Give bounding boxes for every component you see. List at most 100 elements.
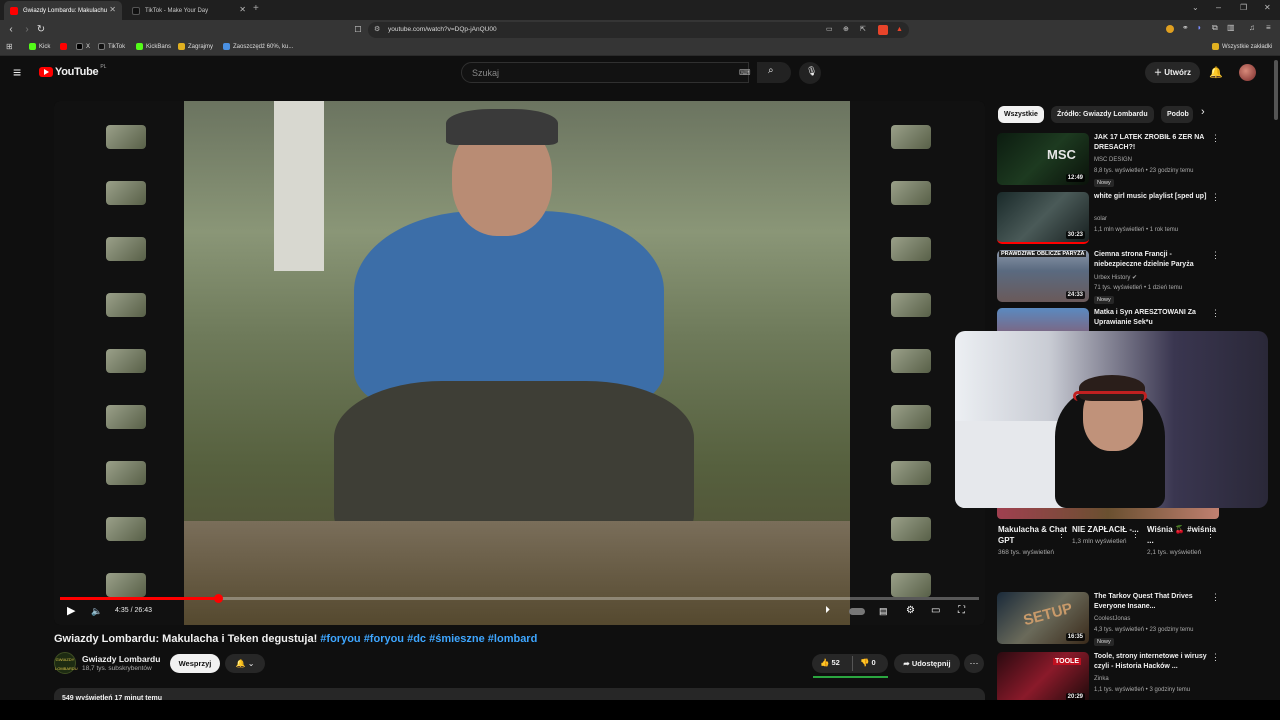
fullscreen-icon[interactable]: ⛶ [958,604,965,618]
more-options-icon[interactable]: ⋮ [1211,308,1220,319]
minimize-icon[interactable]: – [1216,2,1221,12]
recommendation-title[interactable]: The Tarkov Quest That Drives Everyone In… [1094,592,1212,612]
recommendation-title[interactable]: white girl music playlist [sped up] [1094,192,1212,202]
account-avatar[interactable] [1239,64,1256,81]
new-tab-icon[interactable]: + [253,3,259,14]
recommendation-title[interactable]: JAK 17 LATEK ZROBIŁ 6 ZER NA DRESACH?! [1094,133,1212,153]
bookmark-tiktok[interactable]: TikTok [98,43,125,50]
recommendation-channel[interactable]: CoolestJonas [1094,616,1130,622]
search-button[interactable]: ⌕ [757,62,791,83]
recommendation-item[interactable]: MSC 12:49 JAK 17 LATEK ZROBIŁ 6 ZER NA D… [997,133,1227,187]
tab-tiktok[interactable]: TikTok - Make Your Day ✕ [126,1,252,20]
extensions-icon[interactable]: ⧉ [1212,23,1218,33]
forward-icon[interactable]: › [20,23,34,37]
shorts-thumbnails-strip[interactable] [997,508,1219,519]
video-thumbnail[interactable]: SETUP 16:35 [997,592,1089,644]
more-options-icon[interactable]: ⋮ [1206,529,1215,540]
video-thumbnail[interactable]: 30:23 [997,192,1089,244]
volume-icon[interactable]: 🔈 [91,604,102,618]
site-info-icon[interactable]: ⚙ [374,22,380,38]
more-options-icon[interactable]: ⋮ [1211,250,1220,261]
channel-avatar[interactable]: GWIAZDY LOMBARDU [54,652,78,674]
url-field[interactable]: ⚙ youtube.com/watch?v=DQp-jAnQU00 ▭ ⊕ ⇱ … [368,22,909,38]
close-tab-icon[interactable]: ✕ [109,5,116,14]
more-options-icon[interactable]: ⋮ [1211,652,1220,663]
voice-search-button[interactable]: 🎙 [799,62,821,84]
recommendation-item[interactable]: PRAWDZIWE OBLICZE PARYŻA 24:33 Ciemna st… [997,250,1227,304]
bookmark-kick[interactable]: Kick [29,43,50,50]
video-thumbnail[interactable]: MSC 12:49 [997,133,1089,185]
wallet-icon[interactable]: ◗ [1197,23,1202,32]
reload-icon[interactable]: ↻ [34,23,48,37]
recommendation-title[interactable]: Ciemna strona Francji - niebezpieczne dz… [1094,250,1212,270]
play-icon[interactable]: ▶ [67,604,75,618]
recommendation-item[interactable]: SETUP 16:35 The Tarkov Quest That Drives… [997,592,1227,646]
zoom-icon[interactable]: ⊕ [843,22,849,38]
music-icon[interactable]: ♫ [1249,23,1255,32]
video-thumbnail[interactable]: TOOLE 20:29 [997,652,1089,704]
tab-search-icon[interactable]: ⌄ [1192,3,1199,12]
search-input[interactable]: Szukaj ⌨ [461,62,751,83]
bookmark-zagrajmy[interactable]: Zagrajmy [178,43,213,50]
youtube-logo[interactable]: YouTube PL [39,64,106,78]
cast-icon[interactable]: ▭ [826,22,833,38]
back-icon[interactable]: ‹ [4,23,18,37]
brave-shield-icon[interactable] [878,25,888,35]
subtitles-icon[interactable]: ▤ [879,604,888,618]
chip-similar[interactable]: Podob [1161,106,1193,123]
theater-mode-icon[interactable]: ▭ [931,604,940,618]
notifications-bell-icon[interactable]: 🔔 [1209,66,1223,79]
chip-all[interactable]: Wszystkie [998,106,1044,123]
more-options-icon[interactable]: ⋮ [1211,192,1220,203]
bookmark-kickbans[interactable]: KickBans [136,43,171,50]
create-button[interactable]: ＋ Utwórz [1145,62,1200,83]
all-bookmarks[interactable]: Wszystkie zakładki [1212,43,1272,50]
autoplay-toggle[interactable] [849,608,865,615]
keyboard-icon[interactable]: ⌨ [739,63,751,83]
autoplay-icon[interactable]: ⏵ [825,604,830,618]
maximize-icon[interactable]: ❐ [1240,3,1247,12]
more-actions-button[interactable]: ⋯ [964,654,984,673]
support-button[interactable]: Wesprzyj [170,654,220,673]
video-progress-bar[interactable] [60,594,979,603]
close-window-icon[interactable]: ✕ [1264,3,1271,12]
rewards-icon[interactable]: ▲ [896,22,903,38]
apps-grid-icon[interactable]: ⊞ [6,42,13,51]
dislike-button[interactable]: 👎 0 [860,658,876,667]
video-player[interactable]: ▶ 🔈 4:35 / 26:43 ⏵ ▤ ⚙ ▭ ⛶ [54,101,985,625]
page-scrollbar[interactable] [1274,60,1278,120]
bookmark-x[interactable]: X [76,43,90,50]
tab-youtube[interactable]: Gwiazdy Lombardu: Makulachu ✕ [4,1,122,20]
sidebar-toggle-icon[interactable]: ▥ [1227,23,1235,32]
channel-name[interactable]: Gwiazdy Lombardu [82,654,160,664]
bookmark-star-icon[interactable]: ☐ [351,23,365,37]
bookmark-youtube[interactable] [60,43,70,50]
chip-source[interactable]: Źródło: Gwiazdy Lombardu [1051,106,1154,123]
video-hashtags[interactable]: #foryou #foryou #dc #śmieszne #lombard [320,633,537,645]
video-thumbnail[interactable]: PRAWDZIWE OBLICZE PARYŻA 24:33 [997,250,1089,302]
more-options-icon[interactable]: ⋮ [1131,529,1140,540]
settings-gear-icon[interactable]: ⚙ [906,604,915,618]
recommendation-channel[interactable]: Urbex History ✔ [1094,274,1137,281]
recommendation-channel[interactable]: Zinka [1094,676,1109,682]
recommendation-item[interactable]: TOOLE 20:29 Toole, strony internetowe i … [997,652,1227,704]
more-options-icon[interactable]: ⋮ [1211,592,1220,603]
recommendation-item[interactable]: 30:23 white girl music playlist [sped up… [997,192,1227,244]
vpn-icon[interactable]: ⚭ [1182,23,1189,32]
like-button[interactable]: 👍 52 [820,658,840,667]
menu-icon[interactable]: ≡ [1266,23,1271,32]
chips-next-icon[interactable]: › [1201,106,1205,118]
notification-bell-button[interactable]: 🔔 ⌄ [225,654,265,673]
more-options-icon[interactable]: ⋮ [1057,529,1066,540]
recommendation-title[interactable]: Matka i Syn ARESZTOWANI Za Uprawianie Se… [1094,308,1212,328]
share-button[interactable]: ➦ Udostępnij [894,654,960,673]
more-options-icon[interactable]: ⋮ [1211,133,1220,144]
share-page-icon[interactable]: ⇱ [860,22,866,38]
close-tab-icon[interactable]: ✕ [239,5,246,14]
bookmark-deal[interactable]: Zaoszczędź 60%, ku... [223,43,293,50]
recommendation-channel[interactable]: solar [1094,216,1107,222]
progress-scrubber[interactable] [213,594,223,603]
recommendation-channel[interactable]: MSC DESIGN [1094,157,1132,163]
recommendation-title[interactable]: Toole, strony internetowe i wirusy czyli… [1094,652,1212,672]
extension-icon[interactable] [1166,25,1174,33]
